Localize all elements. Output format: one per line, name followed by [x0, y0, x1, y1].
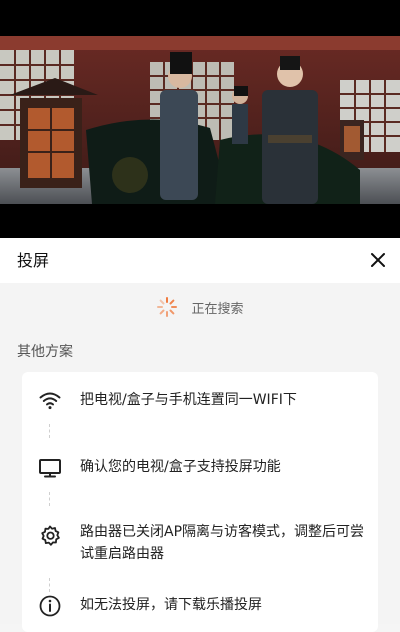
solution-step-text: 确认您的电视/盒子支持投屏功能	[80, 459, 281, 475]
cast-sheet: 投屏 正在搜索 其他方案 把电视/盒子与手机连置同一WIFI下 确认您的电视/盒…	[0, 238, 400, 632]
video-player[interactable]	[0, 0, 400, 238]
step-connector	[49, 424, 50, 438]
search-status-text: 正在搜索	[191, 301, 244, 317]
section-label: 其他方案	[17, 344, 73, 360]
sheet-header: 投屏	[0, 238, 400, 283]
video-frame	[0, 0, 400, 238]
solution-step-text: 路由器已关闭AP隔离与访客模式，调整后可尝试重启路由器	[80, 524, 365, 562]
info-icon	[39, 595, 61, 617]
close-button[interactable]	[366, 248, 390, 272]
solution-step-text: 如无法投屏，请下载乐播投屏	[80, 597, 262, 613]
tv-icon	[39, 459, 61, 478]
wifi-icon	[39, 392, 61, 410]
search-status: 正在搜索	[0, 296, 400, 318]
solutions-card: 把电视/盒子与手机连置同一WIFI下 确认您的电视/盒子支持投屏功能 路由器已关…	[22, 372, 378, 632]
loading-spinner-icon	[157, 297, 178, 317]
step-connector	[49, 492, 50, 506]
close-icon	[371, 253, 385, 267]
sheet-title: 投屏	[17, 251, 50, 270]
gear-icon	[41, 525, 60, 546]
solution-step-text: 把电视/盒子与手机连置同一WIFI下	[80, 392, 297, 408]
step-connector	[49, 578, 50, 592]
